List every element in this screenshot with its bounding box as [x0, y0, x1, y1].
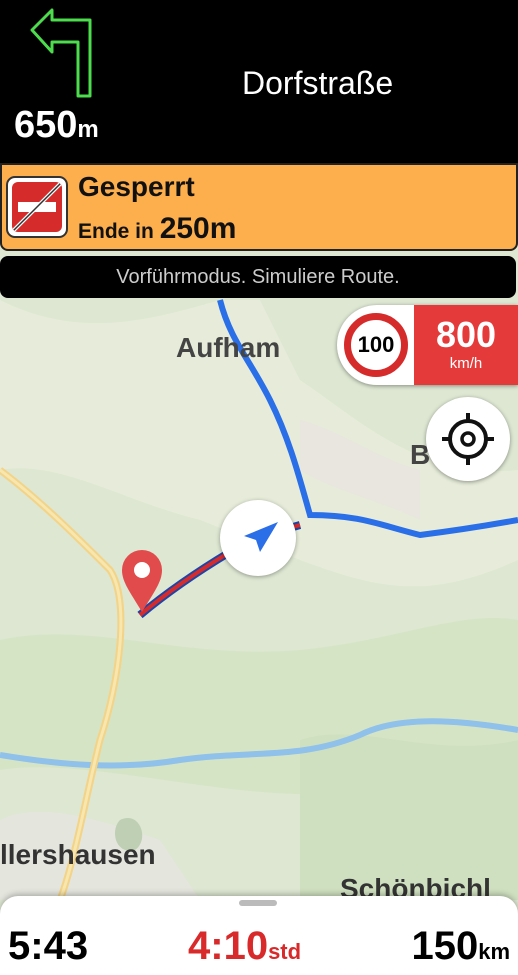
remaining-distance: 150km: [411, 924, 510, 968]
current-position-marker: [220, 500, 296, 576]
map-label-aufham: Aufham: [176, 332, 281, 363]
arrival-time: 5:43: [8, 924, 89, 968]
maneuver-distance: 650m: [14, 104, 99, 146]
turn-left-arrow-icon: [30, 8, 92, 98]
demo-mode-banner: Vorführmodus. Simuliere Route.: [0, 256, 516, 298]
current-speed: 800 km/h: [414, 305, 518, 385]
warning-title: Gesperrt: [78, 171, 195, 202]
speed-limit-sign: 100: [344, 313, 408, 377]
current-speed-value: 800: [435, 314, 497, 355]
speed-unit: km/h: [449, 355, 483, 372]
street-name: Dorfstraße: [242, 65, 394, 101]
sheet-drag-handle[interactable]: [239, 900, 277, 906]
destination-pin-icon[interactable]: [120, 548, 164, 614]
road-closed-sign-icon: [6, 176, 68, 238]
remaining-duration: 4:10std: [188, 924, 302, 968]
navigation-arrow-icon: [244, 522, 278, 552]
recenter-button[interactable]: [426, 397, 510, 481]
warning-distance: Ende in 250m: [78, 212, 237, 245]
map-label-allershausen: llershausen: [0, 839, 156, 870]
crosshair-icon: [442, 413, 494, 465]
